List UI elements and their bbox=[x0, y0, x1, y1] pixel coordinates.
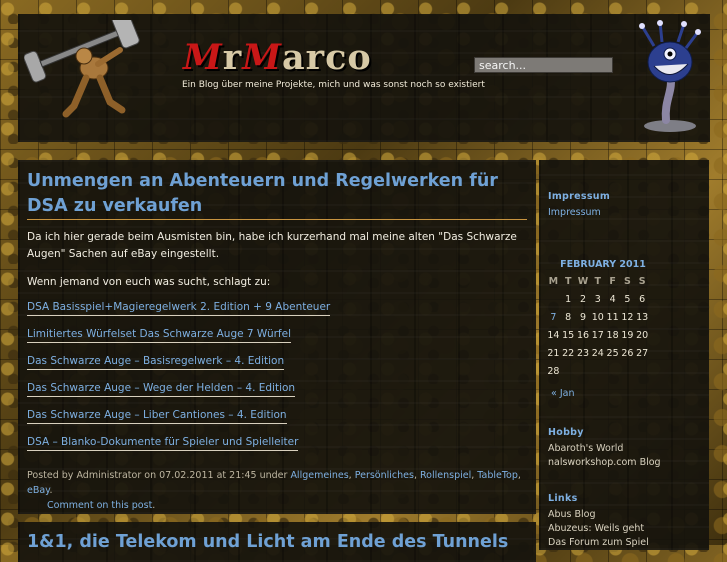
weekday-header: M bbox=[548, 275, 559, 287]
calendar-day: 17 bbox=[591, 329, 604, 341]
calendar-day-link[interactable]: 7 bbox=[546, 308, 561, 326]
comment-link[interactable]: Comment on this post bbox=[27, 500, 152, 511]
link-underline bbox=[27, 315, 331, 316]
link-underline bbox=[27, 342, 291, 343]
calendar-day: 2 bbox=[579, 293, 587, 305]
calendar-day: 28 bbox=[547, 366, 560, 378]
hammer-warrior-figurine-icon bbox=[24, 20, 140, 118]
calendar-day: 4 bbox=[609, 293, 616, 305]
site-tagline: Ein Blog über meine Projekte, mich und w… bbox=[182, 80, 485, 90]
ebay-item-link[interactable]: Limitiertes Würfelset Das Schwarze Auge … bbox=[27, 328, 291, 343]
calendar-day: 13 bbox=[636, 311, 649, 323]
post-intro-text: Da ich hier gerade beim Ausmisten bin, h… bbox=[27, 231, 517, 260]
meta-text: under bbox=[259, 470, 288, 481]
calendar-day: 14 bbox=[547, 329, 560, 341]
category-link[interactable]: eBay bbox=[27, 485, 49, 496]
calendar-day: 22 bbox=[562, 348, 575, 360]
ebay-item-link[interactable]: DSA – Blanko-Dokumente für Spieler und S… bbox=[27, 436, 299, 451]
link-underline bbox=[27, 450, 299, 451]
post-title-link[interactable]: Unmengen an Abenteuern und Regelwerken f… bbox=[27, 169, 523, 219]
weekday-header: T bbox=[564, 275, 572, 287]
meta-date: 07.02.2011 bbox=[159, 470, 214, 481]
calendar-day: 12 bbox=[621, 311, 634, 323]
category-link[interactable]: Rollenspiel bbox=[420, 470, 471, 481]
ebay-item-link[interactable]: DSA Basisspiel+Magieregelwerk 2. Edition… bbox=[27, 301, 331, 316]
ebay-item-link[interactable]: Das Schwarze Auge – Wege der Helden – 4.… bbox=[27, 382, 296, 397]
meta-text: on bbox=[144, 470, 157, 481]
calendar-day: 8 bbox=[565, 311, 572, 323]
calendar-day: 6 bbox=[639, 293, 646, 305]
calendar-day bbox=[561, 363, 576, 381]
calendar-day: 5 bbox=[624, 293, 631, 305]
ebay-item-link-label: Das Schwarze Auge – Basisregelwerk – 4. … bbox=[27, 355, 285, 367]
calendar-prev-month-link[interactable]: « Jan bbox=[551, 388, 574, 399]
link-underline bbox=[27, 396, 296, 397]
meta-author: Administrator bbox=[76, 470, 142, 481]
search-input[interactable] bbox=[474, 57, 613, 73]
meta-time: 21:45 bbox=[229, 470, 257, 481]
hobby-item[interactable]: Abaroth's World bbox=[548, 443, 623, 454]
title-divider bbox=[27, 219, 527, 220]
calendar-day: 15 bbox=[562, 329, 575, 341]
ebay-item-link-label: Das Schwarze Auge – Liber Cantiones – 4.… bbox=[27, 409, 287, 421]
calendar-day: 23 bbox=[576, 348, 590, 360]
calendar-day bbox=[546, 290, 561, 308]
weekday-header: S bbox=[623, 275, 631, 287]
impressum-heading: Impressum bbox=[548, 191, 611, 202]
calendar-day: 9 bbox=[579, 311, 587, 323]
category-link[interactable]: Allgemeines bbox=[290, 470, 348, 481]
calendar-day: 11 bbox=[606, 311, 619, 323]
ebay-item-link[interactable]: Das Schwarze Auge – Basisregelwerk – 4. … bbox=[27, 355, 285, 370]
links-heading: Links bbox=[548, 493, 578, 504]
ebay-item-link[interactable]: Das Schwarze Auge – Liber Cantiones – 4.… bbox=[27, 409, 287, 424]
links-item[interactable]: Abuzeus: Weils geht bbox=[548, 523, 644, 534]
calendar-day: 18 bbox=[606, 329, 619, 341]
ebay-item-link-label: DSA – Blanko-Dokumente für Spieler und S… bbox=[27, 436, 299, 448]
calendar-day bbox=[576, 363, 591, 381]
weekday-header: S bbox=[638, 275, 646, 287]
impressum-link[interactable]: Impressum bbox=[548, 207, 601, 218]
calendar-day: 16 bbox=[576, 329, 590, 341]
calendar-day: 27 bbox=[636, 348, 649, 360]
link-underline bbox=[27, 369, 285, 370]
links-item[interactable]: Das Forum zum Spiel bbox=[548, 537, 649, 548]
ebay-item-link-label: Limitiertes Würfelset Das Schwarze Auge … bbox=[27, 328, 291, 340]
post-ask-text: Wenn jemand von euch was sucht, schlagt … bbox=[27, 276, 271, 288]
calendar-day: 20 bbox=[636, 329, 649, 341]
calendar: M T W T F S S 1 2 3 4 5 6 7 8 9 10 11 12… bbox=[546, 272, 650, 381]
calendar-day: 3 bbox=[594, 293, 601, 305]
calendar-day: 25 bbox=[606, 348, 619, 360]
second-post-title-link[interactable]: 1&1, die Telekom und Licht am Ende des T… bbox=[27, 531, 508, 553]
meta-text: Posted by bbox=[27, 470, 74, 481]
calendar-day bbox=[635, 363, 650, 381]
calendar-day: 10 bbox=[591, 311, 604, 323]
blue-beholder-figurine-icon bbox=[639, 20, 701, 132]
hobby-item[interactable]: nalsworkshop.com Blog bbox=[548, 457, 661, 468]
calendar-day: 26 bbox=[621, 348, 634, 360]
site-logo-title[interactable]: MrMarco bbox=[183, 40, 372, 75]
calendar-day: 21 bbox=[547, 348, 560, 360]
ebay-item-link-label: DSA Basisspiel+Magieregelwerk 2. Edition… bbox=[27, 301, 331, 313]
calendar-day bbox=[620, 363, 635, 381]
category-link[interactable]: Persönliches bbox=[355, 470, 414, 481]
links-item[interactable]: Abus Blog bbox=[548, 509, 596, 520]
calendar-day: 1 bbox=[565, 293, 572, 305]
calendar-day bbox=[590, 363, 605, 381]
calendar-day bbox=[605, 363, 620, 381]
category-link[interactable]: TableTop bbox=[477, 470, 518, 481]
hobby-heading: Hobby bbox=[548, 427, 584, 438]
calendar-caption: FEBRUARY 2011 bbox=[560, 259, 646, 270]
calendar-day: 24 bbox=[591, 348, 604, 360]
weekday-header: W bbox=[577, 275, 589, 287]
link-underline bbox=[27, 423, 287, 424]
post-meta: Posted by Administrator on 07.02.2011 at… bbox=[27, 470, 521, 511]
weekday-header: F bbox=[609, 275, 616, 287]
meta-text: at bbox=[216, 470, 227, 481]
calendar-day: 19 bbox=[621, 329, 634, 341]
ebay-item-link-label: Das Schwarze Auge – Wege der Helden – 4.… bbox=[27, 382, 296, 394]
weekday-header: T bbox=[594, 275, 602, 287]
